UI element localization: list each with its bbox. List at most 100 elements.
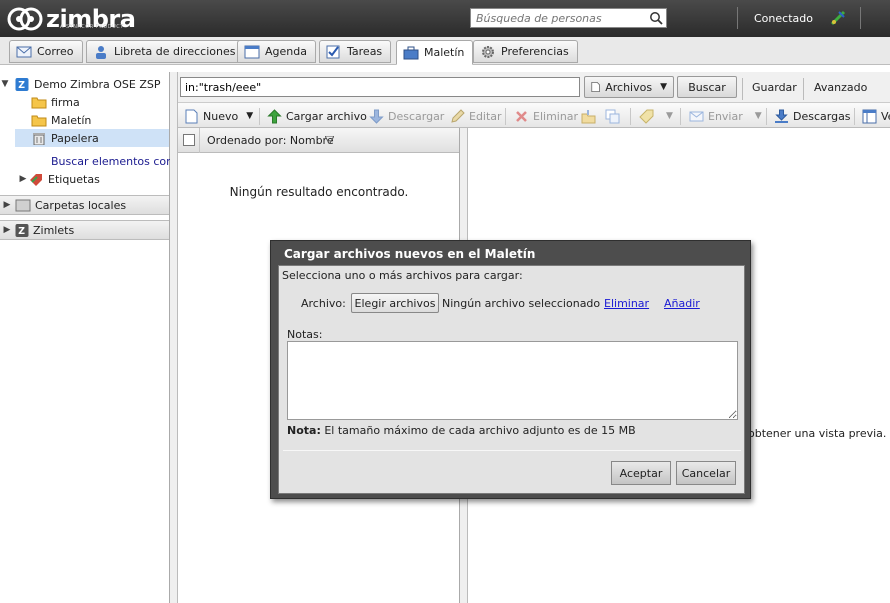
dropdown-arrow-icon[interactable]: ▼: [755, 111, 762, 121]
search-type-select[interactable]: Archivos ▼: [584, 76, 674, 98]
dropdown-arrow-icon[interactable]: ▼: [246, 111, 253, 121]
sidebar-item-tags[interactable]: ▶ Etiquetas: [0, 170, 169, 188]
notes-textarea[interactable]: [287, 341, 738, 420]
remove-file-link[interactable]: Eliminar: [604, 297, 649, 310]
connection-plug-icon[interactable]: [829, 9, 847, 27]
accept-button[interactable]: Aceptar: [611, 461, 671, 485]
zimbra-account-icon: Z: [15, 77, 29, 91]
view-button[interactable]: Ve: [862, 107, 890, 125]
gear-icon: [482, 45, 494, 58]
send-button[interactable]: Enviar ▼: [689, 107, 762, 125]
connection-status: Conectado: [754, 12, 813, 25]
downloads-button[interactable]: Descargas: [774, 107, 851, 125]
choose-files-button[interactable]: Elegir archivos: [351, 293, 439, 313]
tab-label: Correo: [37, 45, 74, 58]
move-button[interactable]: [581, 107, 600, 125]
download-button[interactable]: Descargar: [369, 107, 444, 125]
tab-mail[interactable]: Correo: [9, 40, 83, 63]
zimlets-icon: Z: [15, 223, 29, 237]
tab-briefcase[interactable]: Maletín: [396, 40, 474, 65]
tasks-icon: [326, 45, 340, 58]
tags-label: Etiquetas: [48, 172, 100, 186]
tag-icon: [639, 109, 654, 124]
sort-descending-icon[interactable]: [325, 136, 334, 144]
note-bold-label: Nota:: [287, 424, 321, 437]
people-search[interactable]: [470, 8, 667, 28]
edit-label: Editar: [469, 109, 502, 123]
people-search-input[interactable]: [471, 9, 646, 27]
downloads-label: Descargas: [793, 109, 851, 123]
top-bar: zimbra A SYNACOR PRODUCT Conectado: [0, 0, 890, 37]
zimbra-logo-icon: [7, 7, 43, 31]
notes-label: Notas:: [287, 328, 323, 341]
search-query-input[interactable]: [180, 77, 580, 97]
delete-label: Eliminar: [533, 109, 579, 123]
send-label: Enviar: [708, 109, 743, 123]
tag-button[interactable]: ▼: [639, 107, 673, 125]
sidebar-item-maletin[interactable]: Maletín: [0, 111, 169, 129]
tab-label: Libreta de direcciones: [114, 45, 236, 58]
local-folders-icon: [15, 199, 31, 211]
upload-arrow-icon: [267, 108, 282, 123]
tab-tasks[interactable]: Tareas: [319, 40, 392, 63]
toolbar-divider: [259, 108, 260, 125]
edit-button[interactable]: Editar: [450, 107, 502, 125]
tab-calendar[interactable]: Agenda: [237, 40, 316, 63]
expand-icon[interactable]: ▶: [18, 174, 28, 184]
tab-label: Preferencias: [501, 45, 569, 58]
dropdown-arrow-icon: ▼: [660, 82, 667, 92]
search-type-label: Archivos: [605, 80, 653, 94]
save-search-button[interactable]: Guardar: [752, 81, 797, 94]
search-icon[interactable]: [649, 11, 663, 25]
contacts-icon: [96, 45, 106, 59]
pencil-icon: [451, 108, 465, 123]
tab-contacts[interactable]: Libreta de direcciones: [86, 40, 245, 63]
tag-icon: [30, 173, 42, 186]
new-button[interactable]: Nuevo ▼: [184, 107, 253, 125]
dropdown-arrow-icon[interactable]: ▼: [666, 111, 673, 121]
folder-label: Maletín: [51, 113, 92, 127]
new-label: Nuevo: [203, 109, 239, 123]
sidebar-item-papelera[interactable]: Papelera: [15, 129, 169, 147]
local-folders-header[interactable]: ▶ Carpetas locales: [0, 195, 169, 215]
search-button[interactable]: Buscar: [677, 76, 737, 98]
cancel-button[interactable]: Cancelar: [676, 461, 736, 485]
tab-label: Tareas: [347, 45, 383, 58]
sidebar-splitter[interactable]: [170, 72, 178, 603]
preview-hint: obtener una vista previa.: [748, 427, 887, 440]
list-header: Ordenado por: Nombre: [178, 128, 459, 153]
folder-label: firma: [51, 95, 80, 109]
zimlets-label: Zimlets: [33, 223, 75, 237]
empty-results-message: Ningún resultado encontrado.: [229, 185, 409, 199]
zimlets-header[interactable]: ▶ Z Zimlets: [0, 220, 169, 240]
search-shared-link[interactable]: Buscar elementos comp: [0, 152, 184, 170]
dialog-body: Selecciona uno o más archivos para carga…: [278, 265, 745, 494]
sidebar-item-firma[interactable]: firma: [0, 93, 169, 111]
no-file-selected-text: Ningún archivo seleccionado: [442, 297, 601, 310]
collapse-icon[interactable]: ▼: [0, 79, 10, 89]
upload-label: Cargar archivo: [286, 109, 367, 123]
column-divider: [199, 128, 200, 153]
upload-file-button[interactable]: Cargar archivo: [267, 107, 367, 125]
copy-button[interactable]: [605, 107, 624, 125]
folder-icon: [31, 97, 47, 108]
divider: [860, 7, 861, 29]
tab-preferences[interactable]: Preferencias: [473, 40, 578, 63]
tab-label: Agenda: [265, 45, 307, 58]
divider: [742, 78, 743, 100]
expand-icon[interactable]: ▶: [2, 200, 12, 210]
sidebar-account[interactable]: ▼ Z Demo Zimbra OSE ZSP: [0, 75, 169, 93]
svg-text:Z: Z: [18, 80, 25, 91]
sort-by-name-header[interactable]: Ordenado por: Nombre: [207, 134, 334, 147]
folder-icon: [31, 115, 47, 126]
select-all-checkbox[interactable]: [183, 134, 195, 146]
expand-icon[interactable]: ▶: [2, 225, 12, 235]
dialog-instruction: Selecciona uno o más archivos para carga…: [282, 269, 523, 282]
mail-icon: [689, 111, 704, 121]
add-file-link[interactable]: Añadir: [664, 297, 700, 310]
download-arrow-icon: [369, 109, 384, 124]
advanced-search-button[interactable]: Avanzado: [814, 81, 867, 94]
delete-button[interactable]: Eliminar: [514, 107, 578, 125]
size-note: Nota: El tamaño máximo de cada archivo a…: [287, 424, 636, 437]
briefcase-icon: [403, 46, 419, 59]
